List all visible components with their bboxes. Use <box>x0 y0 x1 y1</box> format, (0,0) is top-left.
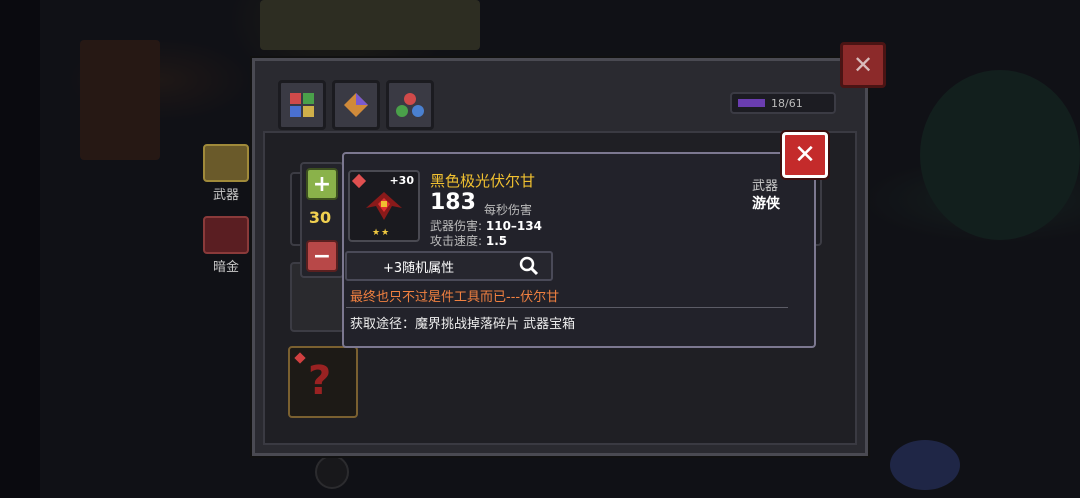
tab-gem[interactable] <box>332 80 380 130</box>
plus-icon: + <box>312 171 332 197</box>
speed-value: 1.5 <box>485 234 508 248</box>
weapon-dps: 183 <box>430 190 476 215</box>
category-dark-gold[interactable]: 暗金 <box>202 216 250 275</box>
counter-text: 18/61 <box>771 96 803 110</box>
category-weapon[interactable]: 武器 <box>202 144 250 203</box>
damage-value: 110–134 <box>485 219 542 233</box>
weapon-source: 获取途径：魔界挑战掉落碎片 武器宝箱 <box>350 317 576 332</box>
gem-icon <box>294 352 306 364</box>
counter-bar <box>738 99 765 107</box>
weapon-category-icon <box>203 144 249 182</box>
close-icon: ✕ <box>794 140 816 170</box>
unknown-item-slot[interactable]: ? <box>288 346 358 418</box>
tab-grid[interactable] <box>278 80 326 130</box>
category-dark-gold-label: 暗金 <box>212 260 239 275</box>
increase-button[interactable]: + <box>306 168 338 200</box>
collection-counter: 18/61 <box>730 92 836 114</box>
dark-gold-category-icon <box>203 216 249 254</box>
weapon-name: 黑色极光伏尔甘 <box>430 172 536 190</box>
category-weapon-label: 武器 <box>212 188 239 203</box>
tab-orbs[interactable] <box>386 80 434 130</box>
amount-value: 30 <box>308 208 332 227</box>
diamond-icon <box>344 93 368 117</box>
minus-icon: − <box>312 243 332 269</box>
question-mark-icon: ? <box>308 358 332 404</box>
weapon-sprite-icon <box>366 192 402 220</box>
weapon-stars: ★★ <box>372 228 391 238</box>
divider <box>346 307 788 308</box>
decrease-button[interactable]: − <box>306 240 338 272</box>
magnifier-icon <box>519 256 539 276</box>
grid-icon <box>290 93 314 117</box>
weapon-quote: 最终也只不过是件工具而已---伏尔甘 <box>350 290 560 305</box>
dps-label: 每秒伤害 <box>484 203 533 217</box>
weapon-portrait: +30 ★★ <box>348 170 420 242</box>
weapon-type: 武器 <box>752 179 779 194</box>
orbs-icon <box>396 93 424 117</box>
damage-label: 武器伤害: <box>430 219 483 233</box>
close-popup-button[interactable]: ✕ <box>782 132 828 178</box>
random-attributes-label: +3随机属性 <box>383 261 455 276</box>
weapon-speed-stat: 攻击速度: 1.5 <box>430 232 507 249</box>
close-icon: ✕ <box>852 51 874 79</box>
random-attributes-button[interactable]: +3随机属性 <box>345 251 553 281</box>
close-panel-button[interactable]: ✕ <box>840 42 886 88</box>
speed-label: 攻击速度: <box>430 234 483 248</box>
weapon-class: 游侠 <box>752 196 780 212</box>
